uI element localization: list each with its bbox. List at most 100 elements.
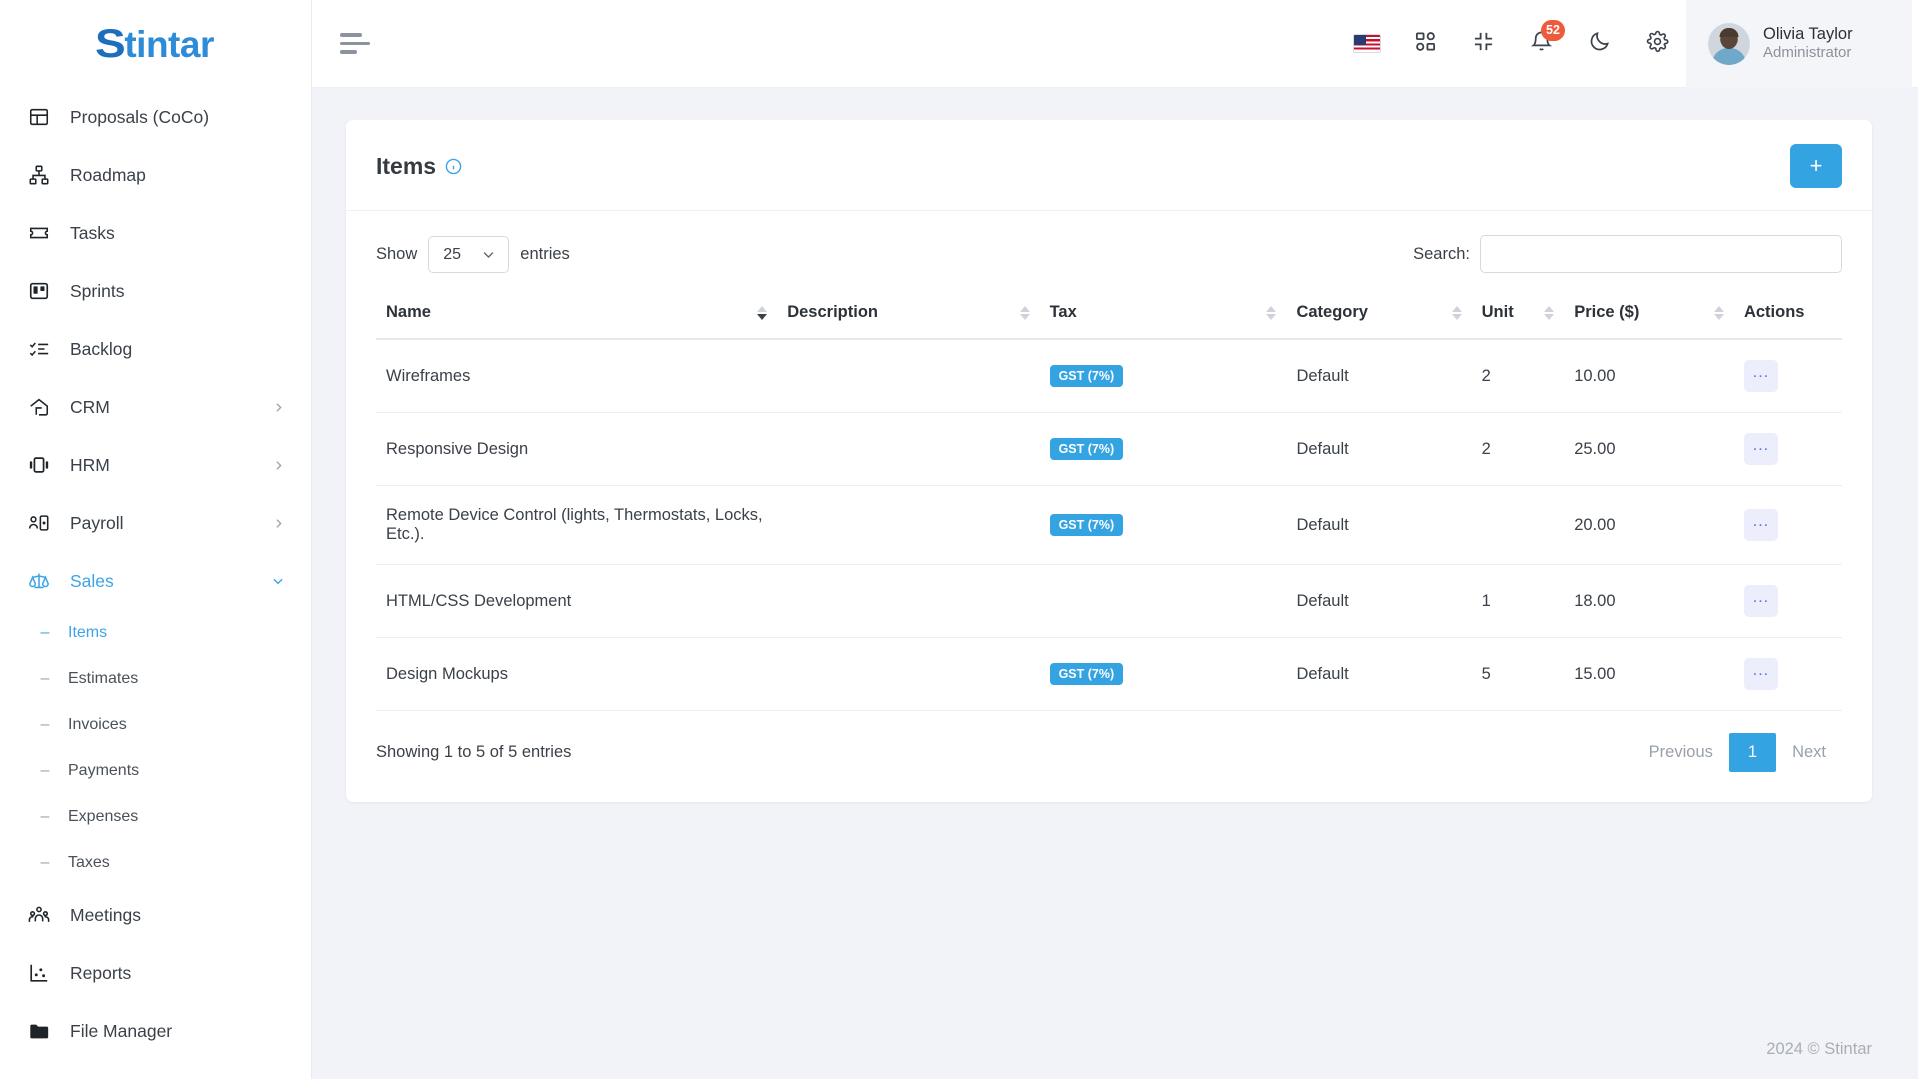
info-circle-icon[interactable] — [445, 158, 462, 175]
sidebar-subitem-payments[interactable]: – Payments — [0, 748, 311, 794]
sidebar-item-meetings[interactable]: Meetings — [0, 886, 311, 944]
app-root: Stintar Proposals (CoCo) Roadmap Tasks S… — [0, 0, 1918, 1079]
cell-name: Design Mockups — [376, 637, 778, 711]
fullscreen-button[interactable] — [1454, 14, 1512, 74]
content-area: Items + Show 10 — [312, 88, 1918, 1019]
theme-toggle-button[interactable] — [1570, 14, 1628, 74]
page-length-select[interactable]: 10 25 50 100 — [428, 235, 510, 273]
sidebar-item-tasks[interactable]: Tasks — [0, 204, 311, 262]
sidebar-item-hrm[interactable]: HRM — [0, 436, 311, 494]
sidebar-item-crm[interactable]: CRM — [0, 378, 311, 436]
table-head: Name Description Tax Category Unit Price… — [376, 291, 1842, 340]
sidebar-subitem-items[interactable]: – Items — [0, 610, 311, 656]
settings-button[interactable] — [1628, 14, 1686, 74]
sort-indicator — [1266, 305, 1277, 320]
cell-tax: GST (7%) — [1039, 637, 1287, 711]
brand-logo[interactable]: Stintar — [0, 0, 311, 88]
sidebar-item-label: Sales — [70, 570, 114, 591]
cell-description — [777, 412, 1040, 486]
cell-unit: 2 — [1471, 412, 1565, 486]
row-actions-button[interactable]: ... — [1743, 658, 1778, 690]
main-area: 52 Olivia Taylor Administrator Items + S… — [312, 0, 1918, 1079]
column-header-name[interactable]: Name — [376, 291, 778, 340]
sidebar-subitem-invoices[interactable]: – Invoices — [0, 702, 311, 748]
user-meta: Olivia Taylor Administrator — [1763, 24, 1853, 63]
cell-actions: ... — [1733, 637, 1842, 711]
dash-icon: – — [40, 854, 50, 871]
pagination-previous[interactable]: Previous — [1633, 734, 1729, 771]
add-item-button[interactable]: + — [1790, 144, 1842, 188]
proposal-icon — [26, 104, 52, 130]
row-actions-button[interactable]: ... — [1743, 585, 1778, 617]
cell-unit — [1471, 485, 1565, 565]
table-footer: Showing 1 to 5 of 5 entries Previous 1 N… — [376, 711, 1842, 786]
table-header-row: Name Description Tax Category Unit Price… — [376, 291, 1842, 340]
cell-price: 20.00 — [1564, 485, 1734, 565]
sidebar-item-backlog[interactable]: Backlog — [0, 320, 311, 378]
folder-icon — [26, 1018, 52, 1044]
apps-button[interactable] — [1396, 14, 1454, 74]
search-input[interactable] — [1480, 235, 1842, 273]
notifications-button[interactable]: 52 — [1512, 14, 1570, 74]
page-title-text: Items — [376, 152, 437, 179]
pagination-next[interactable]: Next — [1776, 734, 1842, 771]
sidebar-item-label: Sprints — [70, 280, 125, 301]
tasks-icon — [26, 220, 52, 246]
cell-description — [777, 637, 1040, 711]
pagination: Previous 1 Next — [1633, 733, 1842, 772]
cell-price: 25.00 — [1564, 412, 1734, 486]
user-profile-menu[interactable]: Olivia Taylor Administrator — [1686, 0, 1912, 88]
cell-category: Default — [1286, 339, 1472, 413]
column-header-tax[interactable]: Tax — [1039, 291, 1287, 340]
sidebar-item-reports[interactable]: Reports — [0, 944, 311, 1002]
column-label: Description — [787, 303, 878, 321]
column-header-actions: Actions — [1733, 291, 1842, 340]
sidebar-item-payroll[interactable]: Payroll — [0, 494, 311, 552]
search-label: Search: — [1413, 244, 1470, 263]
show-label: Show — [376, 244, 418, 263]
column-header-description[interactable]: Description — [777, 291, 1040, 340]
column-header-price[interactable]: Price ($) — [1564, 291, 1734, 340]
sidebar-item-sprints[interactable]: Sprints — [0, 262, 311, 320]
card-body: Show 10 25 50 100 — [346, 211, 1872, 802]
sidebar-item-proposals[interactable]: Proposals (CoCo) — [0, 88, 311, 146]
sidebar-item-sales[interactable]: Sales — [0, 552, 311, 610]
sidebar-item-label: Roadmap — [70, 164, 146, 185]
status-badge: GST (7%) — [1049, 513, 1124, 537]
card-header: Items + — [346, 120, 1872, 211]
row-actions-button[interactable]: ... — [1743, 360, 1778, 392]
cell-description — [777, 485, 1040, 565]
sidebar-item-label: Payroll — [70, 512, 124, 533]
sales-icon — [26, 568, 52, 594]
sidebar-item-roadmap[interactable]: Roadmap — [0, 146, 311, 204]
cell-description — [777, 339, 1040, 413]
table-row: Remote Device Control (lights, Thermosta… — [376, 485, 1842, 565]
sidebar-subitem-estimates[interactable]: – Estimates — [0, 656, 311, 702]
status-badge: GST (7%) — [1049, 364, 1124, 388]
roadmap-icon — [26, 162, 52, 188]
dash-icon: – — [40, 624, 50, 641]
status-badge: GST (7%) — [1049, 662, 1124, 686]
table-row: Design Mockups GST (7%) Default 5 15.00 … — [376, 637, 1842, 711]
hamburger-icon[interactable] — [340, 23, 382, 65]
sidebar-item-file-manager[interactable]: File Manager — [0, 1002, 311, 1060]
row-actions-button[interactable]: ... — [1743, 433, 1778, 465]
user-name: Olivia Taylor — [1763, 24, 1853, 43]
column-header-unit[interactable]: Unit — [1471, 291, 1565, 340]
pagination-page-1[interactable]: 1 — [1728, 733, 1777, 772]
us-flag-icon — [1353, 34, 1381, 53]
sidebar-subitem-taxes[interactable]: – Taxes — [0, 840, 311, 886]
sidebar-subitem-label: Estimates — [68, 670, 139, 687]
page-footer: 2024 © Stintar — [312, 1019, 1918, 1079]
sidebar-subitem-expenses[interactable]: – Expenses — [0, 794, 311, 840]
cell-unit: 1 — [1471, 564, 1565, 638]
sidebar-item-label: File Manager — [70, 1020, 173, 1041]
cell-name: Responsive Design — [376, 412, 778, 486]
cell-price: 18.00 — [1564, 564, 1734, 638]
column-header-category[interactable]: Category — [1286, 291, 1472, 340]
language-selector[interactable] — [1338, 14, 1396, 74]
sidebar-subitem-label: Expenses — [68, 808, 139, 825]
row-actions-button[interactable]: ... — [1743, 509, 1778, 541]
table-row: HTML/CSS Development Default 1 18.00 ... — [376, 564, 1842, 638]
sidebar-item-label: Meetings — [70, 904, 142, 925]
